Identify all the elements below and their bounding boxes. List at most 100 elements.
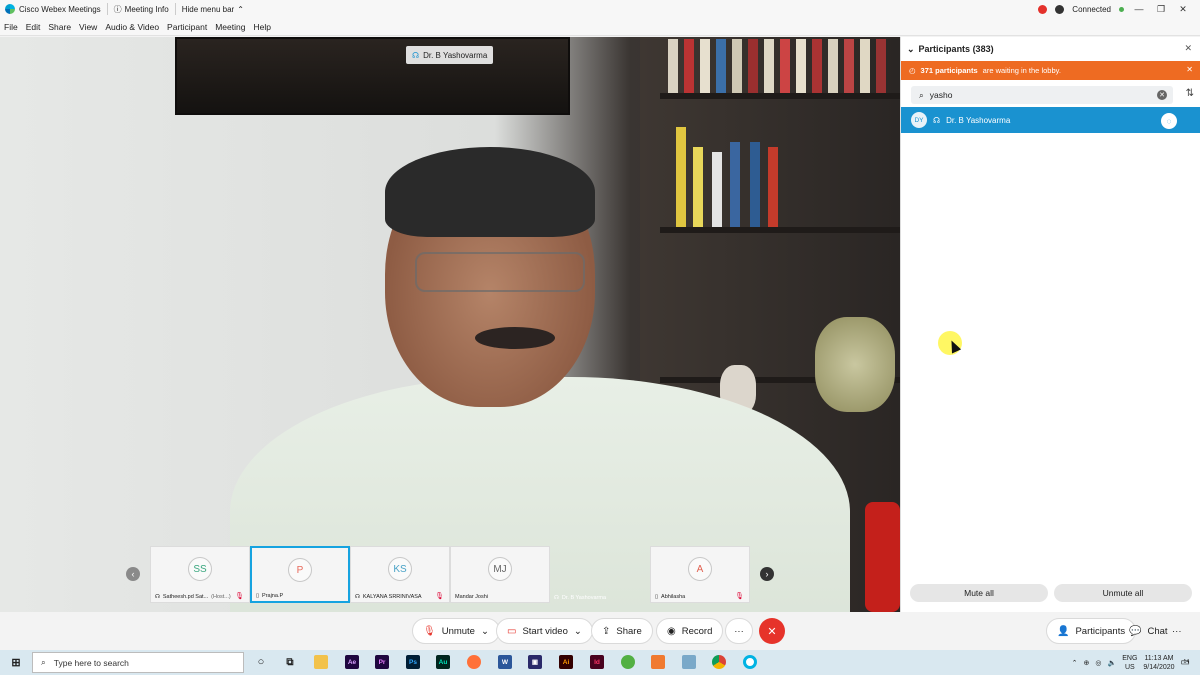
- chat-bubble-icon[interactable]: ◌: [1161, 113, 1177, 129]
- thumbnail-label: ☊ Dr. B Yashovarma: [554, 595, 646, 601]
- more-options-button[interactable]: ···: [725, 618, 753, 644]
- book: [768, 147, 778, 227]
- indesign-icon[interactable]: Id: [590, 655, 604, 669]
- audition-icon[interactable]: Au: [436, 655, 450, 669]
- collapse-chevron-icon[interactable]: ⌄: [907, 44, 915, 55]
- headset-icon: ☊: [155, 594, 160, 600]
- participant-name: Satheesh.pd Sat...: [162, 594, 209, 600]
- chrome-icon[interactable]: [712, 655, 726, 669]
- mute-all-button[interactable]: Mute all: [910, 584, 1048, 602]
- thumbnails-next-button[interactable]: ›: [760, 567, 774, 581]
- time-text: 11:13 AM: [1144, 654, 1174, 662]
- menu-view[interactable]: View: [79, 22, 97, 32]
- minimize-button[interactable]: —: [1132, 4, 1146, 14]
- mic-muted-icon: 🎙: [435, 593, 444, 600]
- shelf-board: [660, 93, 900, 99]
- end-call-button[interactable]: ✕: [759, 618, 785, 644]
- windows-taskbar: ⊞ ⌕ Type here to search ○ ⧉ Ae Pr Ps Au …: [0, 650, 1200, 675]
- book: [676, 127, 686, 227]
- participant-thumbnail[interactable]: P ▯ Prajna.P: [250, 546, 350, 603]
- book: [764, 39, 774, 93]
- chevron-down-icon[interactable]: ⌄: [481, 626, 489, 637]
- close-window-button[interactable]: ✕: [1176, 4, 1190, 15]
- shelf-board: [660, 227, 900, 233]
- file-explorer-icon[interactable]: [314, 655, 328, 669]
- window-app-icon[interactable]: [682, 655, 696, 669]
- participant-thumbnail[interactable]: A ▯ Abhilasha 🎙: [650, 546, 750, 603]
- notification-count: 14: [1183, 659, 1190, 665]
- unmute-button[interactable]: 🎙 Unmute ⌄: [412, 618, 500, 644]
- video-off-icon: ▭: [507, 625, 517, 637]
- clear-search-button[interactable]: ✕: [1157, 90, 1167, 100]
- menu-share[interactable]: Share: [48, 22, 71, 32]
- hide-menu-bar-button[interactable]: Hide menu bar ⌃: [182, 5, 244, 14]
- chevron-down-icon[interactable]: ⌄: [574, 626, 582, 637]
- photoshop-icon[interactable]: Ps: [406, 655, 420, 669]
- participant-row[interactable]: DY ☊ Dr. B Yashovarma ◌: [901, 107, 1200, 133]
- participant-thumbnail[interactable]: MJ Mandar Joshi: [450, 546, 550, 603]
- wall-painting: [175, 37, 570, 115]
- webex-tray-icon[interactable]: ◎: [1095, 659, 1101, 667]
- chevron-up-icon[interactable]: ⌃: [1072, 659, 1078, 667]
- start-video-button[interactable]: ▭ Start video ⌄: [496, 618, 593, 644]
- participants-icon: 👤: [1057, 625, 1070, 637]
- participant-name: Prajna.P: [262, 593, 284, 599]
- menu-participant[interactable]: Participant: [167, 22, 207, 32]
- meeting-info-button[interactable]: ⓘ Meeting Info: [114, 4, 169, 15]
- mic-muted-icon: 🎙: [735, 593, 744, 600]
- speaker-name-tag: ☊ Dr. B Yashovarma: [406, 46, 494, 64]
- menu-file[interactable]: File: [4, 22, 18, 32]
- record-button[interactable]: ◉ Record: [656, 618, 724, 644]
- idol-statue: [815, 317, 895, 412]
- participant-thumbnail[interactable]: SS ☊ Satheesh.pd Sat... (Host...) 🎙: [150, 546, 250, 603]
- participant-thumbnail[interactable]: ☊ Dr. B Yashovarma: [550, 546, 650, 603]
- menu-help[interactable]: Help: [253, 22, 270, 32]
- more-panels-button[interactable]: ···: [1168, 618, 1186, 644]
- word-icon[interactable]: W: [498, 655, 512, 669]
- language-indicator[interactable]: ENG US: [1122, 654, 1137, 672]
- orange-app-icon[interactable]: [651, 655, 665, 669]
- speaker-hair: [385, 147, 595, 237]
- windows-start-icon[interactable]: ⊞: [9, 655, 23, 669]
- illustrator-icon[interactable]: Ai: [559, 655, 573, 669]
- dismiss-lobby-button[interactable]: ✕: [1186, 65, 1193, 74]
- thumbnail-label: ▯ Abhilasha: [655, 594, 745, 600]
- network-globe-icon[interactable]: ⊕: [1084, 659, 1090, 667]
- notifications-icon[interactable]: ▭ 14: [1181, 657, 1190, 668]
- menu-edit[interactable]: Edit: [26, 22, 41, 32]
- lobby-count: 371 participants: [920, 66, 978, 75]
- premiere-icon[interactable]: Pr: [375, 655, 389, 669]
- book: [796, 39, 806, 93]
- lobby-banner[interactable]: ◴ 371 participants are waiting in the lo…: [901, 61, 1200, 80]
- task-view-icon[interactable]: ⧉: [283, 655, 297, 669]
- menu-meeting[interactable]: Meeting: [215, 22, 245, 32]
- clock[interactable]: 11:13 AM 9/14/2020: [1143, 654, 1174, 672]
- restore-button[interactable]: ❐: [1154, 4, 1168, 15]
- cortana-icon[interactable]: ○: [254, 655, 268, 669]
- close-panel-button[interactable]: ✕: [1184, 43, 1192, 54]
- sort-icon[interactable]: ⇅: [1186, 88, 1194, 99]
- system-tray: ⌃ ⊕ ◎ 🔈 ENG US 11:13 AM 9/14/2020 ▭ 14: [1072, 650, 1190, 675]
- participant-thumbnail[interactable]: KS ☊ KALYANA SRRINIVASA 🎙: [350, 546, 450, 603]
- recording-indicator-icon: [1038, 4, 1048, 14]
- thumbnails-prev-button[interactable]: ‹: [126, 567, 140, 581]
- app-icon[interactable]: ▣: [528, 655, 542, 669]
- avatar: MJ: [488, 557, 512, 581]
- panel-title: Participants (383): [918, 44, 994, 54]
- firefox-icon[interactable]: [467, 655, 481, 669]
- share-button[interactable]: ⇪ Share: [591, 618, 653, 644]
- volume-icon[interactable]: 🔈: [1108, 659, 1117, 667]
- menu-bar: File Edit Share View Audio & Video Parti…: [0, 18, 1200, 36]
- after-effects-icon[interactable]: Ae: [345, 655, 359, 669]
- taskbar-search-input[interactable]: ⌕ Type here to search: [32, 652, 244, 673]
- book: [668, 39, 678, 93]
- participant-search-input[interactable]: ⌕ yasho ✕: [911, 86, 1173, 104]
- green-app-icon[interactable]: [621, 655, 635, 669]
- book: [712, 152, 722, 227]
- book: [748, 39, 758, 93]
- unmute-all-button[interactable]: Unmute all: [1054, 584, 1192, 602]
- webex-taskbar-icon[interactable]: [743, 655, 757, 669]
- headset-icon: ☊: [355, 594, 360, 600]
- unmute-label: Unmute: [441, 625, 475, 637]
- menu-audio-video[interactable]: Audio & Video: [105, 22, 159, 32]
